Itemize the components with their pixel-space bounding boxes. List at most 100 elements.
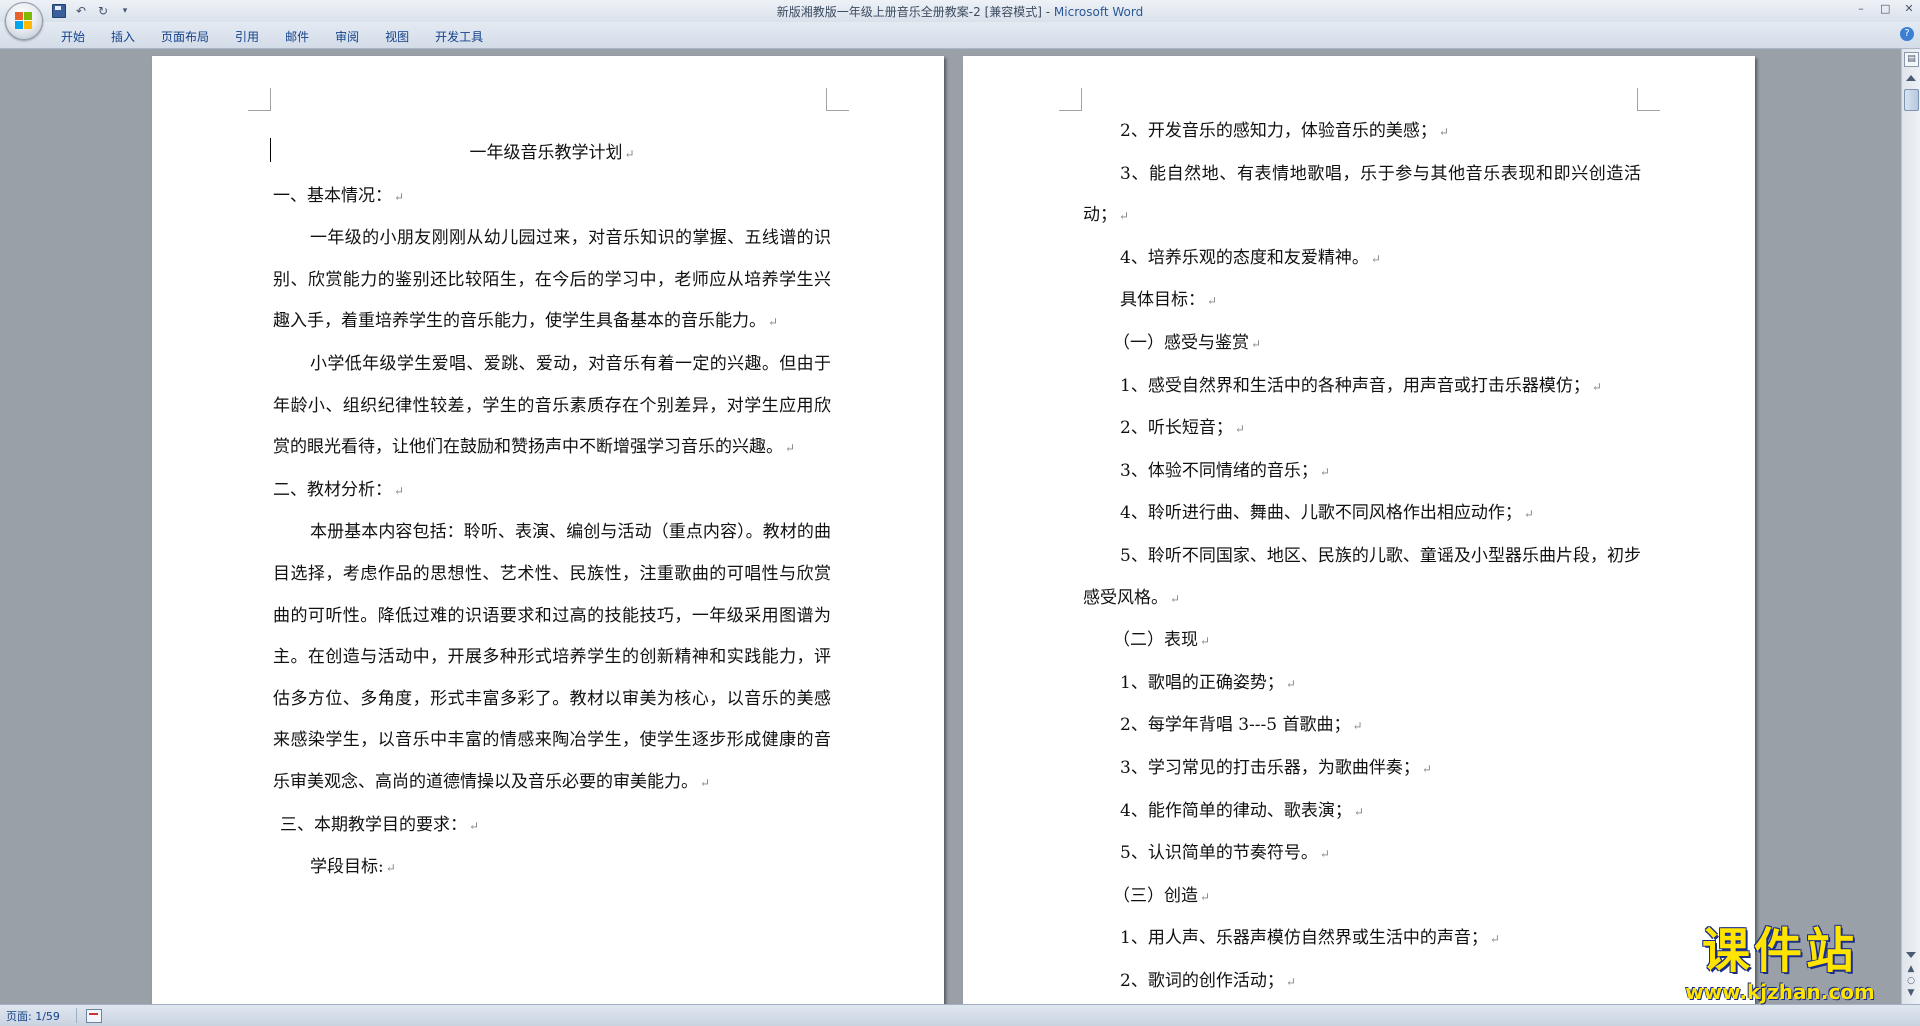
paragraph-text: 2、开发音乐的感知力，体验音乐的美感； bbox=[1120, 121, 1437, 141]
paragraph-text: 1、感受自然界和生活中的各种声音，用声音或打击乐器模仿； bbox=[1120, 375, 1590, 396]
document-paragraph[interactable]: 1、感受自然界和生活中的各种声音，用声音或打击乐器模仿； ↵ bbox=[1083, 366, 1641, 409]
paragraph-mark-icon: ↵ bbox=[1285, 974, 1296, 989]
tab-review[interactable]: 审阅 bbox=[322, 26, 372, 47]
paragraph-mark-icon: ↵ bbox=[1370, 251, 1381, 266]
paragraph-mark-icon: ↵ bbox=[1489, 932, 1500, 947]
document-paragraph[interactable]: 3、体验不同情绪的音乐； ↵ bbox=[1083, 451, 1641, 494]
paragraph-mark-icon: ↵ bbox=[394, 483, 405, 498]
office-logo-icon bbox=[15, 12, 33, 30]
paragraph-text: （二）表现 bbox=[1113, 630, 1198, 651]
status-bar: 页面: 1/59 bbox=[0, 1004, 1920, 1026]
paragraph-mark-icon: ↵ bbox=[1119, 209, 1130, 224]
paragraph-mark-icon: ↵ bbox=[1285, 676, 1296, 691]
paragraph-mark-icon: ↵ bbox=[1319, 464, 1330, 479]
document-page-right[interactable]: 2、开发音乐的感知力，体验音乐的美感； ↵ 3、能自然地、有表情地歌唱，乐于参与其他… bbox=[963, 56, 1755, 1004]
paragraph-mark-icon: ↵ bbox=[1591, 379, 1602, 394]
crop-mark bbox=[248, 88, 271, 111]
paragraph-text: 具体目标： bbox=[1120, 290, 1205, 311]
tab-view[interactable]: 视图 bbox=[372, 26, 422, 47]
paragraph-text: 一年级的小朋友刚刚从幼儿园过来，对音乐知识的掌握、五线谱的识别、欣赏能力的鉴别还… bbox=[273, 228, 831, 332]
document-paragraph[interactable]: 本册基本内容包括：聆听、表演、编创与活动（重点内容）。教材的曲目选择，考虑作品的… bbox=[273, 512, 831, 804]
paragraph-text: 5、认识简单的节奏符号。 bbox=[1120, 843, 1318, 864]
page-number-indicator[interactable]: 页面: 1/59 bbox=[6, 1008, 60, 1024]
document-title: 新版湘教版一年级上册音乐全册教案-2 [兼容模式] bbox=[776, 5, 1042, 19]
document-paragraph[interactable]: （一）感受与鉴赏 ↵ bbox=[1083, 323, 1641, 366]
title-bar: ↶ ↻ ▾ 新版湘教版一年级上册音乐全册教案-2 [兼容模式] - Micros… bbox=[0, 0, 1920, 22]
paragraph-mark-icon: ↵ bbox=[1251, 336, 1262, 351]
site-watermark-logo: 课件站 www.kjzhan.com bbox=[1660, 924, 1900, 1006]
paragraph-mark-icon: ↵ bbox=[385, 861, 396, 876]
application-name: Microsoft Word bbox=[1053, 5, 1144, 19]
document-paragraph[interactable]: 5、认识简单的节奏符号。 ↵ bbox=[1083, 833, 1641, 876]
paragraph-mark-icon: ↵ bbox=[785, 441, 796, 456]
document-paragraph[interactable]: 一、基本情况： ↵ bbox=[273, 176, 831, 219]
document-paragraph[interactable]: 一年级的小朋友刚刚从幼儿园过来，对音乐知识的掌握、五线谱的识别、欣赏能力的鉴别还… bbox=[273, 218, 831, 344]
document-paragraph[interactable]: 3、学习常见的打击乐器，为歌曲伴奏； ↵ bbox=[1083, 748, 1641, 791]
document-paragraph[interactable]: 1、歌唱的正确姿势； ↵ bbox=[1083, 663, 1641, 706]
paragraph-text: 4、聆听进行曲、舞曲、儿歌不同风格作出相应动作； bbox=[1120, 503, 1522, 524]
vertical-scrollbar[interactable]: ▤ ▲ ○ ▼ bbox=[1901, 49, 1920, 1004]
previous-page-icon[interactable]: ▲ bbox=[1906, 964, 1916, 974]
paragraph-mark-icon: ↵ bbox=[469, 818, 480, 833]
paragraph-mark-icon: ↵ bbox=[1523, 507, 1534, 522]
help-icon[interactable]: ? bbox=[1900, 27, 1914, 41]
document-paragraph[interactable]: 小学低年级学生爱唱、爱跳、爱动，对音乐有着一定的兴趣。但由于年龄小、组织纪律性较… bbox=[273, 344, 831, 470]
document-paragraph[interactable]: （二）表现 ↵ bbox=[1083, 620, 1641, 663]
office-button[interactable] bbox=[5, 2, 43, 40]
paragraph-text: 一、基本情况： bbox=[273, 185, 392, 206]
watermark-url: www.kjzhan.com bbox=[1685, 980, 1875, 1004]
document-paragraph[interactable]: 学段目标: ↵ bbox=[273, 847, 831, 890]
maximize-icon[interactable]: □ bbox=[1880, 2, 1890, 16]
document-paragraph[interactable]: 具体目标： ↵ bbox=[1083, 280, 1641, 323]
tab-home[interactable]: 开始 bbox=[48, 26, 98, 47]
document-paragraph[interactable]: 三、本期教学目的要求： ↵ bbox=[273, 805, 831, 848]
document-paragraph[interactable]: 1、用人声、乐器声模仿自然界或生活中的声音； ↵ bbox=[1083, 918, 1641, 961]
paragraph-mark-icon: ↵ bbox=[1319, 847, 1330, 862]
paragraph-text: 3、学习常见的打击乐器，为歌曲伴奏； bbox=[1120, 757, 1420, 778]
next-page-icon[interactable]: ▼ bbox=[1906, 988, 1916, 998]
tab-developer[interactable]: 开发工具 bbox=[422, 26, 496, 47]
select-browse-object-icon[interactable]: ○ bbox=[1906, 976, 1916, 986]
view-ruler-icon[interactable]: ▤ bbox=[1904, 52, 1919, 67]
ribbon: 开始 插入 页面布局 引用 邮件 审阅 视图 开发工具 ? bbox=[0, 22, 1920, 49]
crop-mark bbox=[826, 88, 849, 111]
close-icon[interactable]: ✕ bbox=[1904, 2, 1914, 16]
minimize-icon[interactable]: – bbox=[1856, 2, 1866, 16]
page-body-text[interactable]: 一年级音乐教学计划 ↵ 一、基本情况： ↵ 一年级的小朋友刚刚从幼儿园过来，对音乐知识的… bbox=[273, 133, 831, 890]
document-paragraph[interactable]: 2、每学年背唱 3---5 首歌曲； ↵ bbox=[1083, 705, 1641, 748]
document-paragraph[interactable]: 一年级音乐教学计划 ↵ bbox=[273, 133, 831, 176]
document-paragraph[interactable]: 二、教材分析： ↵ bbox=[273, 470, 831, 513]
tab-mailings[interactable]: 邮件 bbox=[272, 26, 322, 47]
paragraph-mark-icon: ↵ bbox=[1200, 889, 1211, 904]
proofing-errors-icon[interactable] bbox=[86, 1009, 102, 1023]
paragraph-text: 2、歌词的创作活动； bbox=[1120, 970, 1284, 991]
watermark-title: 课件站 bbox=[1701, 923, 1858, 979]
document-paragraph[interactable]: （三）创造 ↵ bbox=[1083, 876, 1641, 919]
document-paragraph[interactable]: 5、聆听不同国家、地区、民族的儿歌、童谣及小型器乐曲片段，初步感受风格。 ↵ bbox=[1083, 536, 1641, 620]
document-paragraph[interactable]: 3、能自然地、有表情地歌唱，乐于参与其他音乐表现和即兴创造活动； ↵ bbox=[1083, 154, 1641, 238]
document-paragraph[interactable]: 4、能作简单的律动、歌表演； ↵ bbox=[1083, 791, 1641, 834]
paragraph-text: 一年级音乐教学计划 bbox=[469, 143, 623, 163]
document-paragraph[interactable]: 4、培养乐观的态度和友爱精神。 ↵ bbox=[1083, 238, 1641, 281]
text-cursor bbox=[270, 138, 271, 162]
paragraph-mark-icon: ↵ bbox=[394, 189, 405, 204]
paragraph-mark-icon: ↵ bbox=[768, 315, 779, 330]
scroll-thumb[interactable] bbox=[1904, 89, 1919, 111]
paragraph-text: 5、聆听不同国家、地区、民族的儿歌、童谣及小型器乐曲片段，初步感受风格。 bbox=[1083, 545, 1641, 608]
page-body-text[interactable]: 2、开发音乐的感知力，体验音乐的美感； ↵ 3、能自然地、有表情地歌唱，乐于参与其他… bbox=[1083, 111, 1641, 1003]
tab-insert[interactable]: 插入 bbox=[98, 26, 148, 47]
document-paragraph[interactable]: 2、歌词的创作活动； ↵ bbox=[1083, 961, 1641, 1004]
document-paragraph[interactable]: 2、听长短音； ↵ bbox=[1083, 408, 1641, 451]
window-controls: – □ ✕ bbox=[1856, 2, 1914, 16]
tab-page-layout[interactable]: 页面布局 bbox=[148, 26, 222, 47]
scroll-up-icon[interactable] bbox=[1906, 75, 1916, 81]
document-page-left[interactable]: 一年级音乐教学计划 ↵ 一、基本情况： ↵ 一年级的小朋友刚刚从幼儿园过来，对音乐知识的… bbox=[152, 56, 944, 1004]
scroll-down-icon[interactable] bbox=[1906, 952, 1916, 958]
paragraph-text: （一）感受与鉴赏 bbox=[1113, 332, 1249, 353]
paragraph-mark-icon: ↵ bbox=[700, 775, 711, 790]
paragraph-mark-icon: ↵ bbox=[1438, 125, 1449, 139]
tab-references[interactable]: 引用 bbox=[222, 26, 272, 47]
document-paragraph[interactable]: 4、聆听进行曲、舞曲、儿歌不同风格作出相应动作； ↵ bbox=[1083, 493, 1641, 536]
paragraph-mark-icon: ↵ bbox=[1353, 804, 1364, 819]
document-paragraph[interactable]: 2、开发音乐的感知力，体验音乐的美感； ↵ bbox=[1083, 111, 1641, 154]
